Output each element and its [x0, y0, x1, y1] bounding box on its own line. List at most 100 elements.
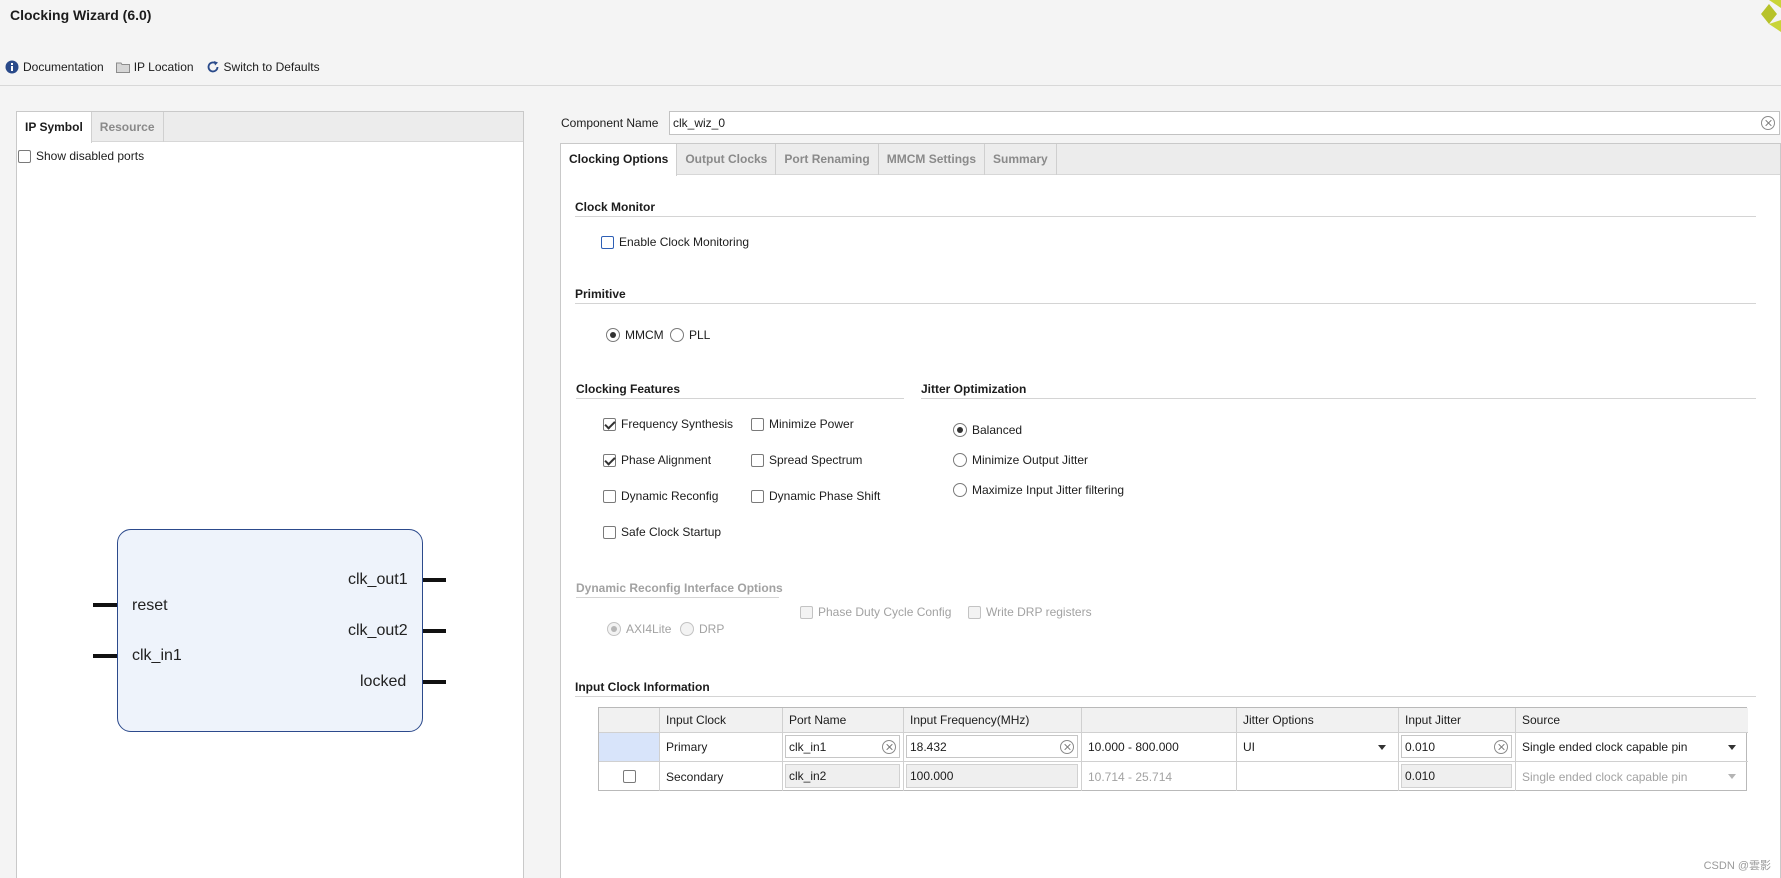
secondary-input-clock: Secondary — [660, 762, 783, 791]
write-drp-registers-checkbox — [968, 605, 981, 619]
dynamic-reconfig-checkbox[interactable] — [603, 489, 616, 503]
safe-clock-startup-option[interactable]: Safe Clock Startup — [603, 525, 721, 539]
dynamic-phase-shift-option[interactable]: Dynamic Phase Shift — [751, 489, 880, 503]
axi4lite-radio — [607, 622, 621, 636]
port-reset: reset — [132, 597, 168, 614]
secondary-frequency-range: 10.714 - 25.714 — [1082, 762, 1237, 791]
enable-clock-monitoring-option[interactable]: Enable Clock Monitoring — [601, 235, 749, 249]
minimize-power-checkbox[interactable] — [751, 417, 764, 431]
tab-port-renaming[interactable]: Port Renaming — [776, 144, 879, 175]
minimize-output-jitter-radio[interactable] — [953, 453, 967, 467]
chevron-down-icon — [1728, 774, 1736, 779]
primary-source-select[interactable]: Single ended clock capable pin — [1516, 733, 1748, 762]
minimize-power-option[interactable]: Minimize Power — [751, 417, 854, 431]
switch-to-defaults-button[interactable]: Switch to Defaults — [206, 60, 320, 74]
drp-label: DRP — [699, 622, 725, 636]
component-name-input[interactable]: clk_wiz_0 — [669, 111, 1780, 135]
phase-duty-cycle-option: Phase Duty Cycle Config — [800, 605, 951, 619]
secondary-clock-checkbox[interactable] — [622, 770, 636, 783]
frequency-synthesis-checkbox[interactable] — [603, 417, 616, 431]
tab-resource[interactable]: Resource — [92, 112, 164, 142]
primary-port-name-input[interactable]: clk_in1 — [785, 735, 900, 758]
input-clock-info-divider — [575, 696, 1756, 697]
table-header-port-name: Port Name — [783, 708, 904, 733]
table-header-input-clock: Input Clock — [660, 708, 783, 733]
secondary-jitter-options — [1237, 762, 1399, 791]
primary-frequency-input[interactable]: 18.432 — [906, 735, 1078, 758]
left-panel-tabs: IP Symbol Resource — [17, 112, 523, 143]
frequency-synthesis-option[interactable]: Frequency Synthesis — [603, 417, 733, 431]
minimize-power-label: Minimize Power — [769, 417, 854, 431]
port-clk-out2: clk_out2 — [348, 622, 408, 639]
chevron-down-icon — [1378, 745, 1386, 750]
pll-radio[interactable] — [670, 328, 684, 342]
ip-symbol-panel: IP Symbol Resource Show disabled ports — [16, 111, 524, 878]
show-disabled-ports-label: Show disabled ports — [36, 149, 145, 163]
secondary-enable-cell — [599, 762, 660, 791]
locked-port-pin — [423, 680, 446, 684]
secondary-port-name-value: clk_in2 — [789, 769, 827, 783]
balanced-radio[interactable] — [953, 423, 967, 437]
phase-duty-cycle-checkbox — [800, 605, 813, 619]
clk-in1-port-pin — [93, 654, 117, 658]
folder-icon — [115, 62, 130, 73]
primary-frequency-range: 10.000 - 800.000 — [1082, 733, 1237, 762]
clk-out1-port-pin — [423, 578, 446, 582]
dynamic-reconfig-option[interactable]: Dynamic Reconfig — [603, 489, 718, 503]
show-disabled-ports-option[interactable]: Show disabled ports — [18, 149, 144, 163]
clear-icon[interactable] — [1494, 740, 1508, 754]
dynamic-reconfig-interface-divider — [576, 597, 779, 598]
tab-summary[interactable]: Summary — [985, 144, 1057, 175]
phase-alignment-checkbox[interactable] — [603, 453, 616, 467]
window-title: Clocking Wizard (6.0) — [10, 7, 152, 23]
primitive-pll-option[interactable]: PLL — [670, 328, 710, 342]
ip-location-label: IP Location — [133, 60, 194, 74]
spread-spectrum-checkbox[interactable] — [751, 453, 764, 467]
secondary-source-select: Single ended clock capable pin — [1516, 762, 1748, 791]
clear-icon[interactable] — [1060, 740, 1074, 754]
spread-spectrum-option[interactable]: Spread Spectrum — [751, 453, 862, 467]
component-name-label: Component Name — [561, 116, 659, 130]
tab-ip-symbol[interactable]: IP Symbol — [17, 112, 92, 143]
config-tabs: Clocking Options Output Clocks Port Rena… — [561, 144, 1780, 176]
clear-icon[interactable] — [882, 740, 896, 754]
phase-duty-cycle-label: Phase Duty Cycle Config — [818, 605, 952, 619]
primitive-mmcm-option[interactable]: MMCM — [606, 328, 664, 342]
show-disabled-ports-checkbox[interactable] — [18, 149, 31, 163]
reset-port-pin — [93, 603, 117, 607]
tab-output-clocks[interactable]: Output Clocks — [677, 144, 777, 175]
drp-radio — [680, 622, 694, 636]
refresh-icon — [207, 61, 218, 73]
jitter-maximize-input-option[interactable]: Maximize Input Jitter filtering — [953, 483, 1124, 497]
ip-location-button[interactable]: IP Location — [115, 60, 194, 74]
table-header-input-frequency: Input Frequency(MHz) — [904, 708, 1082, 733]
safe-clock-startup-label: Safe Clock Startup — [621, 525, 722, 539]
primitive-divider — [575, 303, 1756, 304]
chevron-down-icon — [1728, 745, 1736, 750]
clear-icon[interactable] — [1761, 116, 1775, 130]
axi4lite-option: AXI4Lite — [607, 622, 671, 636]
enable-clock-monitoring-checkbox[interactable] — [601, 235, 614, 249]
phase-alignment-option[interactable]: Phase Alignment — [603, 453, 711, 467]
primary-input-jitter-input[interactable]: 0.010 — [1401, 735, 1512, 758]
documentation-button[interactable]: Documentation — [5, 60, 104, 74]
mmcm-label: MMCM — [625, 328, 664, 342]
frequency-synthesis-label: Frequency Synthesis — [621, 417, 734, 431]
table-header-cell — [599, 708, 660, 733]
tab-mmcm-settings[interactable]: MMCM Settings — [879, 144, 986, 175]
input-clock-table: Input Clock Port Name Input Frequency(MH… — [598, 707, 1748, 791]
secondary-input-jitter-cell: 0.010 — [1399, 762, 1516, 791]
safe-clock-startup-checkbox[interactable] — [603, 525, 616, 539]
primary-jitter-options-select[interactable]: UI — [1237, 733, 1399, 762]
primitive-title: Primitive — [575, 287, 626, 301]
mmcm-radio[interactable] — [606, 328, 620, 342]
dynamic-phase-shift-checkbox[interactable] — [751, 489, 764, 503]
jitter-balanced-option[interactable]: Balanced — [953, 423, 1022, 437]
tab-clocking-options[interactable]: Clocking Options — [561, 144, 678, 176]
jitter-minimize-output-option[interactable]: Minimize Output Jitter — [953, 453, 1088, 467]
table-row-select-cell[interactable] — [599, 733, 660, 762]
maximize-input-jitter-radio[interactable] — [953, 483, 967, 497]
table-header-range — [1082, 708, 1237, 733]
primary-input-jitter-cell: 0.010 — [1399, 733, 1516, 762]
minimize-output-jitter-label: Minimize Output Jitter — [972, 453, 1089, 467]
